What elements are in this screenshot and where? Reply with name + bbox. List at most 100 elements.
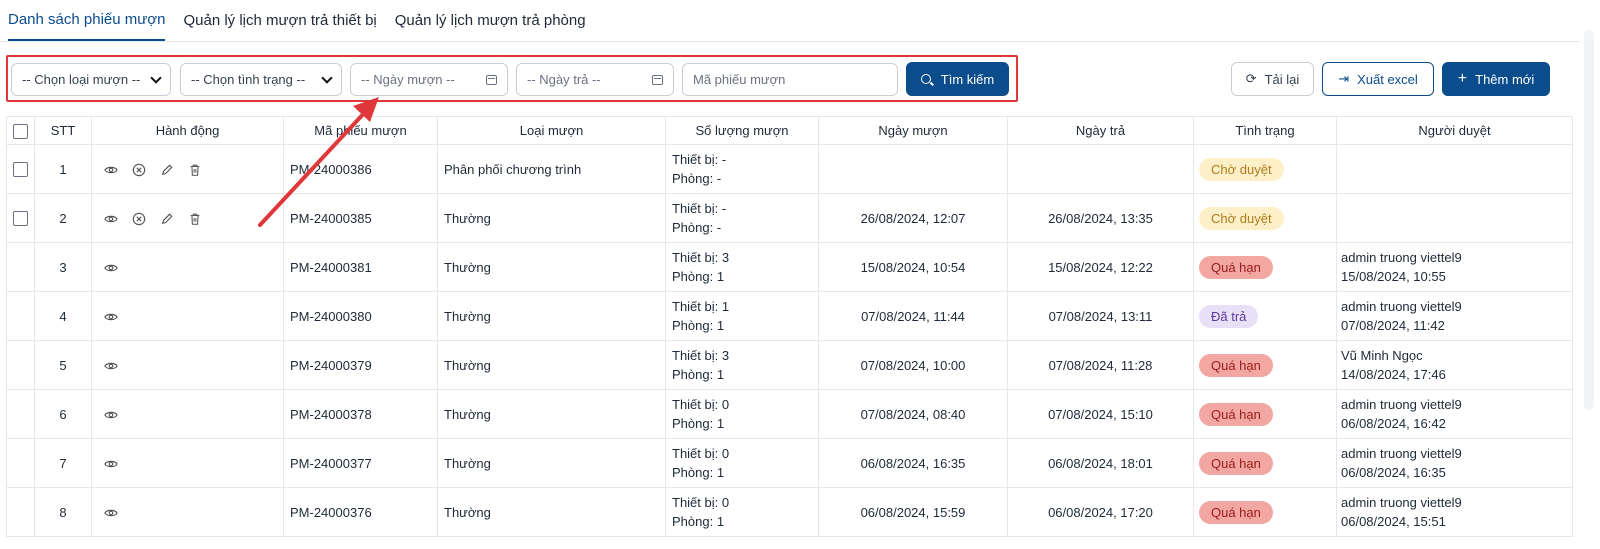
qty-thiet-bi: Thiết bị: 1 xyxy=(672,299,730,314)
qty-thiet-bi: Thiết bị: 0 xyxy=(672,446,730,461)
view-icon[interactable] xyxy=(104,408,118,422)
loai-muon-select-value: -- Chọn loại mượn -- xyxy=(22,72,141,87)
cell-nguoi-duyet: admin truong viettel9 06/08/2024, 15:51 xyxy=(1336,487,1573,537)
vertical-scrollbar[interactable] xyxy=(1584,30,1594,410)
loai-muon-select[interactable]: -- Chọn loại mượn -- xyxy=(11,63,171,96)
table-row[interactable]: 3 PM-24000381 Thường Thiết bị: 3 Phòng: 1 15/… xyxy=(6,242,1573,292)
view-icon[interactable] xyxy=(104,212,118,226)
edit-icon[interactable] xyxy=(160,212,174,226)
cell-so-luong: Thiết bị: 0 Phòng: 1 xyxy=(665,438,819,488)
view-icon[interactable] xyxy=(104,506,118,520)
search-button[interactable]: Tìm kiếm xyxy=(906,62,1009,96)
cancel-icon[interactable] xyxy=(132,163,146,177)
cell-ma-phieu: PM-24000380 xyxy=(283,291,438,341)
approved-at: 06/08/2024, 16:35 xyxy=(1341,465,1446,480)
cell-ma-phieu: PM-24000381 xyxy=(283,242,438,292)
cell-ngay-muon: 06/08/2024, 16:35 xyxy=(818,438,1008,488)
cell-so-luong: Thiết bị: 0 Phòng: 1 xyxy=(665,389,819,439)
header-so-luong: Số lượng mượn xyxy=(665,116,819,145)
tinh-trang-select-value: -- Chọn tình trạng -- xyxy=(191,72,306,87)
cell-stt: 3 xyxy=(34,242,92,292)
table-row[interactable]: 7 PM-24000377 Thường Thiết bị: 0 Phòng: 1 06/… xyxy=(6,438,1573,488)
plus-icon: + xyxy=(1457,70,1468,87)
cell-ngay-tra: 15/08/2024, 12:22 xyxy=(1007,242,1194,292)
header-ngay-muon: Ngày mượn xyxy=(818,116,1008,145)
approved-at: 07/08/2024, 11:42 xyxy=(1341,318,1445,333)
cell-ngay-tra: 06/08/2024, 18:01 xyxy=(1007,438,1194,488)
export-excel-button[interactable]: ⇥ Xuất excel xyxy=(1322,62,1434,96)
approver-name: admin truong viettel9 xyxy=(1341,250,1462,265)
cell-tinh-trang: Chờ duyệt xyxy=(1193,144,1337,194)
header-nguoi-duyet: Người duyệt xyxy=(1336,116,1573,145)
view-icon[interactable] xyxy=(104,457,118,471)
tinh-trang-select[interactable]: -- Chọn tình trạng -- xyxy=(180,63,342,96)
delete-icon[interactable] xyxy=(188,163,202,177)
cell-ma-phieu: PM-24000378 xyxy=(283,389,438,439)
row-checkbox[interactable] xyxy=(13,211,28,227)
view-icon[interactable] xyxy=(104,261,118,275)
tab-danh-sach-phieu-muon[interactable]: Danh sách phiếu mượn xyxy=(8,11,166,41)
status-badge: Quá hạn xyxy=(1199,255,1273,279)
cell-so-luong: Thiết bị: - Phòng: - xyxy=(665,144,819,194)
table-row[interactable]: 2 PM-24000385 Thường Thiết bị: - Phòng: - 26/… xyxy=(6,193,1573,243)
table-body: 1 PM-24000386 Phân phối chương trình Thiết … xyxy=(6,144,1573,537)
qty-phong: Phòng: - xyxy=(672,220,722,235)
cell-loai-muon: Thường xyxy=(437,340,666,390)
qty-thiet-bi: Thiết bị: - xyxy=(672,152,727,167)
cell-ngay-tra: 07/08/2024, 13:11 xyxy=(1007,291,1194,341)
add-button-label: Thêm mới xyxy=(1475,71,1535,87)
edit-icon[interactable] xyxy=(160,163,174,177)
table-row[interactable]: 8 PM-24000376 Thường Thiết bị: 0 Phòng: 1 06/… xyxy=(6,487,1573,537)
ngay-muon-datepicker[interactable]: -- Ngày mượn -- xyxy=(350,63,508,96)
cell-ngay-tra: 07/08/2024, 15:10 xyxy=(1007,389,1194,439)
cell-loai-muon: Thường xyxy=(437,242,666,292)
calendar-icon xyxy=(652,74,663,85)
header-ma-phieu: Mã phiếu mượn xyxy=(283,116,438,145)
cell-stt: 2 xyxy=(34,193,92,243)
cell-so-luong: Thiết bị: 3 Phòng: 1 xyxy=(665,242,819,292)
select-all-checkbox[interactable] xyxy=(13,123,28,139)
tab-lich-muon-tra-phong[interactable]: Quản lý lịch mượn trả phòng xyxy=(395,12,586,41)
qty-phong: Phòng: 1 xyxy=(672,269,725,284)
view-icon[interactable] xyxy=(104,163,118,177)
cell-so-luong: Thiết bị: 1 Phòng: 1 xyxy=(665,291,819,341)
cell-tinh-trang: Quá hạn xyxy=(1193,242,1337,292)
cell-ma-phieu: PM-24000386 xyxy=(283,144,438,194)
cell-so-luong: Thiết bị: 3 Phòng: 1 xyxy=(665,340,819,390)
table-row[interactable]: 5 PM-24000379 Thường Thiết bị: 3 Phòng: 1 07/… xyxy=(6,340,1573,390)
table-row[interactable]: 4 PM-24000380 Thường Thiết bị: 1 Phòng: 1 07/… xyxy=(6,291,1573,341)
table-row[interactable]: 6 PM-24000378 Thường Thiết bị: 0 Phòng: 1 07/… xyxy=(6,389,1573,439)
row-checkbox-cell xyxy=(6,438,35,488)
status-badge: Quá hạn xyxy=(1199,500,1273,524)
status-badge: Quá hạn xyxy=(1199,353,1273,377)
cell-loai-muon: Thường xyxy=(437,389,666,439)
add-new-button[interactable]: + Thêm mới xyxy=(1442,62,1550,96)
cell-ngay-muon: 07/08/2024, 11:44 xyxy=(818,291,1008,341)
view-icon[interactable] xyxy=(104,310,118,324)
cell-loai-muon: Thường xyxy=(437,487,666,537)
approver-name: admin truong viettel9 xyxy=(1341,446,1462,461)
chevron-down-icon xyxy=(321,71,333,84)
ma-phieu-input[interactable]: Mã phiếu mượn xyxy=(682,63,898,96)
view-icon[interactable] xyxy=(104,359,118,373)
delete-icon[interactable] xyxy=(188,212,202,226)
cell-ngay-tra: 06/08/2024, 17:20 xyxy=(1007,487,1194,537)
cancel-icon[interactable] xyxy=(132,212,146,226)
calendar-icon xyxy=(486,74,497,85)
cell-ma-phieu: PM-24000385 xyxy=(283,193,438,243)
row-checkbox[interactable] xyxy=(13,162,28,178)
cell-stt: 6 xyxy=(34,389,92,439)
approved-at: 15/08/2024, 10:55 xyxy=(1341,269,1446,284)
cell-ngay-muon: 07/08/2024, 10:00 xyxy=(818,340,1008,390)
cell-stt: 5 xyxy=(34,340,92,390)
status-badge: Đã trả xyxy=(1199,304,1259,328)
row-checkbox-cell xyxy=(6,340,35,390)
row-checkbox-cell xyxy=(6,242,35,292)
cell-actions xyxy=(91,340,284,390)
tab-lich-muon-tra-thiet-bi[interactable]: Quản lý lịch mượn trả thiết bị xyxy=(183,12,376,41)
reload-button[interactable]: ⟳ Tải lại xyxy=(1231,62,1314,96)
approver-name: admin truong viettel9 xyxy=(1341,495,1462,510)
table-row[interactable]: 1 PM-24000386 Phân phối chương trình Thiết … xyxy=(6,144,1573,194)
ngay-tra-datepicker[interactable]: -- Ngày trả -- xyxy=(516,63,674,96)
search-button-label: Tìm kiếm xyxy=(940,71,995,87)
